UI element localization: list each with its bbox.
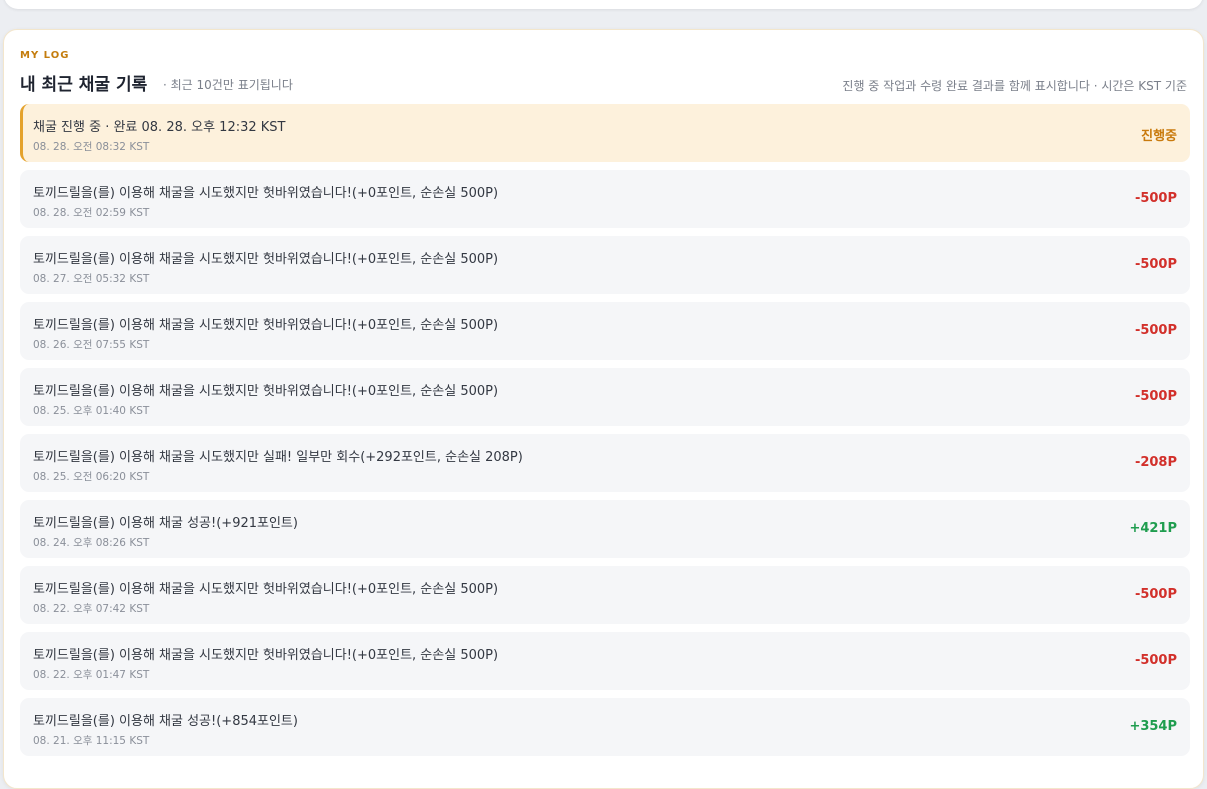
- log-row-pending: 채굴 진행 중 · 완료 08. 28. 오후 12:32 KST 08. 28…: [20, 104, 1190, 162]
- log-time: 08. 21. 오후 11:15 KST: [33, 735, 150, 747]
- section-eyebrow: MY LOG: [20, 50, 70, 61]
- log-time: 08. 24. 오후 08:26 KST: [33, 537, 150, 549]
- section-note: 진행 중 작업과 수령 완료 결과를 함께 표시합니다 · 시간은 KST 기준: [842, 79, 1187, 93]
- log-message: 토끼드릴을(를) 이용해 채굴 성공!(+854포인트): [33, 714, 298, 729]
- mining-log-card: MY LOG 내 최근 채굴 기록 · 최근 10건만 표기됩니다 진행 중 작…: [3, 29, 1204, 789]
- log-time: 08. 28. 오전 02:59 KST: [33, 207, 150, 219]
- log-time: 08. 25. 오전 06:20 KST: [33, 471, 150, 483]
- log-message: 토끼드릴을(를) 이용해 채굴을 시도했지만 실패! 일부만 회수(+292포인…: [33, 450, 523, 465]
- log-message: 채굴 진행 중 · 완료 08. 28. 오후 12:32 KST: [33, 120, 286, 135]
- log-row: 토끼드릴을(를) 이용해 채굴을 시도했지만 헛바위였습니다!(+0포인트, 순…: [20, 368, 1190, 426]
- log-amount: -500P: [1134, 389, 1177, 404]
- log-row: 토끼드릴을(를) 이용해 채굴을 시도했지만 실패! 일부만 회수(+292포인…: [20, 434, 1190, 492]
- log-amount: -500P: [1134, 257, 1177, 272]
- log-time: 08. 25. 오후 01:40 KST: [33, 405, 150, 417]
- log-message: 토끼드릴을(를) 이용해 채굴을 시도했지만 헛바위였습니다!(+0포인트, 순…: [33, 648, 499, 663]
- log-row: 토끼드릴을(를) 이용해 채굴을 시도했지만 헛바위였습니다!(+0포인트, 순…: [20, 566, 1190, 624]
- log-amount: -500P: [1134, 323, 1177, 338]
- log-message: 토끼드릴을(를) 이용해 채굴을 시도했지만 헛바위였습니다!(+0포인트, 순…: [33, 186, 499, 201]
- log-row: 토끼드릴을(를) 이용해 채굴을 시도했지만 헛바위였습니다!(+0포인트, 순…: [20, 302, 1190, 360]
- previous-card: [4, 0, 1203, 9]
- log-amount: -208P: [1134, 455, 1177, 470]
- log-amount: +354P: [1129, 719, 1177, 734]
- log-time: 08. 27. 오전 05:32 KST: [33, 273, 150, 285]
- log-time: 08. 22. 오후 07:42 KST: [33, 603, 150, 615]
- log-amount: -500P: [1134, 587, 1177, 602]
- log-message: 토끼드릴을(를) 이용해 채굴을 시도했지만 헛바위였습니다!(+0포인트, 순…: [33, 384, 499, 399]
- log-message: 토끼드릴을(를) 이용해 채굴을 시도했지만 헛바위였습니다!(+0포인트, 순…: [33, 582, 499, 597]
- log-row: 토끼드릴을(를) 이용해 채굴 성공!(+854포인트) 08. 21. 오후 …: [20, 698, 1190, 756]
- log-time: 08. 28. 오전 08:32 KST: [33, 141, 150, 153]
- log-amount: -500P: [1134, 653, 1177, 668]
- log-list: 채굴 진행 중 · 완료 08. 28. 오후 12:32 KST 08. 28…: [20, 104, 1190, 764]
- log-time: 08. 26. 오전 07:55 KST: [33, 339, 150, 351]
- section-title: 내 최근 채굴 기록: [20, 75, 148, 95]
- section-subtitle: · 최근 10건만 표기됩니다: [163, 78, 293, 92]
- log-message: 토끼드릴을(를) 이용해 채굴을 시도했지만 헛바위였습니다!(+0포인트, 순…: [33, 318, 499, 333]
- log-row: 토끼드릴을(를) 이용해 채굴을 시도했지만 헛바위였습니다!(+0포인트, 순…: [20, 236, 1190, 294]
- log-amount: +421P: [1129, 521, 1177, 536]
- log-row: 토끼드릴을(를) 이용해 채굴을 시도했지만 헛바위였습니다!(+0포인트, 순…: [20, 632, 1190, 690]
- log-message: 토끼드릴을(를) 이용해 채굴 성공!(+921포인트): [33, 516, 298, 531]
- log-amount: -500P: [1134, 191, 1177, 206]
- log-message: 토끼드릴을(를) 이용해 채굴을 시도했지만 헛바위였습니다!(+0포인트, 순…: [33, 252, 499, 267]
- log-time: 08. 22. 오후 01:47 KST: [33, 669, 150, 681]
- log-row: 토끼드릴을(를) 이용해 채굴 성공!(+921포인트) 08. 24. 오후 …: [20, 500, 1190, 558]
- log-row: 토끼드릴을(를) 이용해 채굴을 시도했지만 헛바위였습니다!(+0포인트, 순…: [20, 170, 1190, 228]
- log-amount: 진행중: [1141, 129, 1177, 144]
